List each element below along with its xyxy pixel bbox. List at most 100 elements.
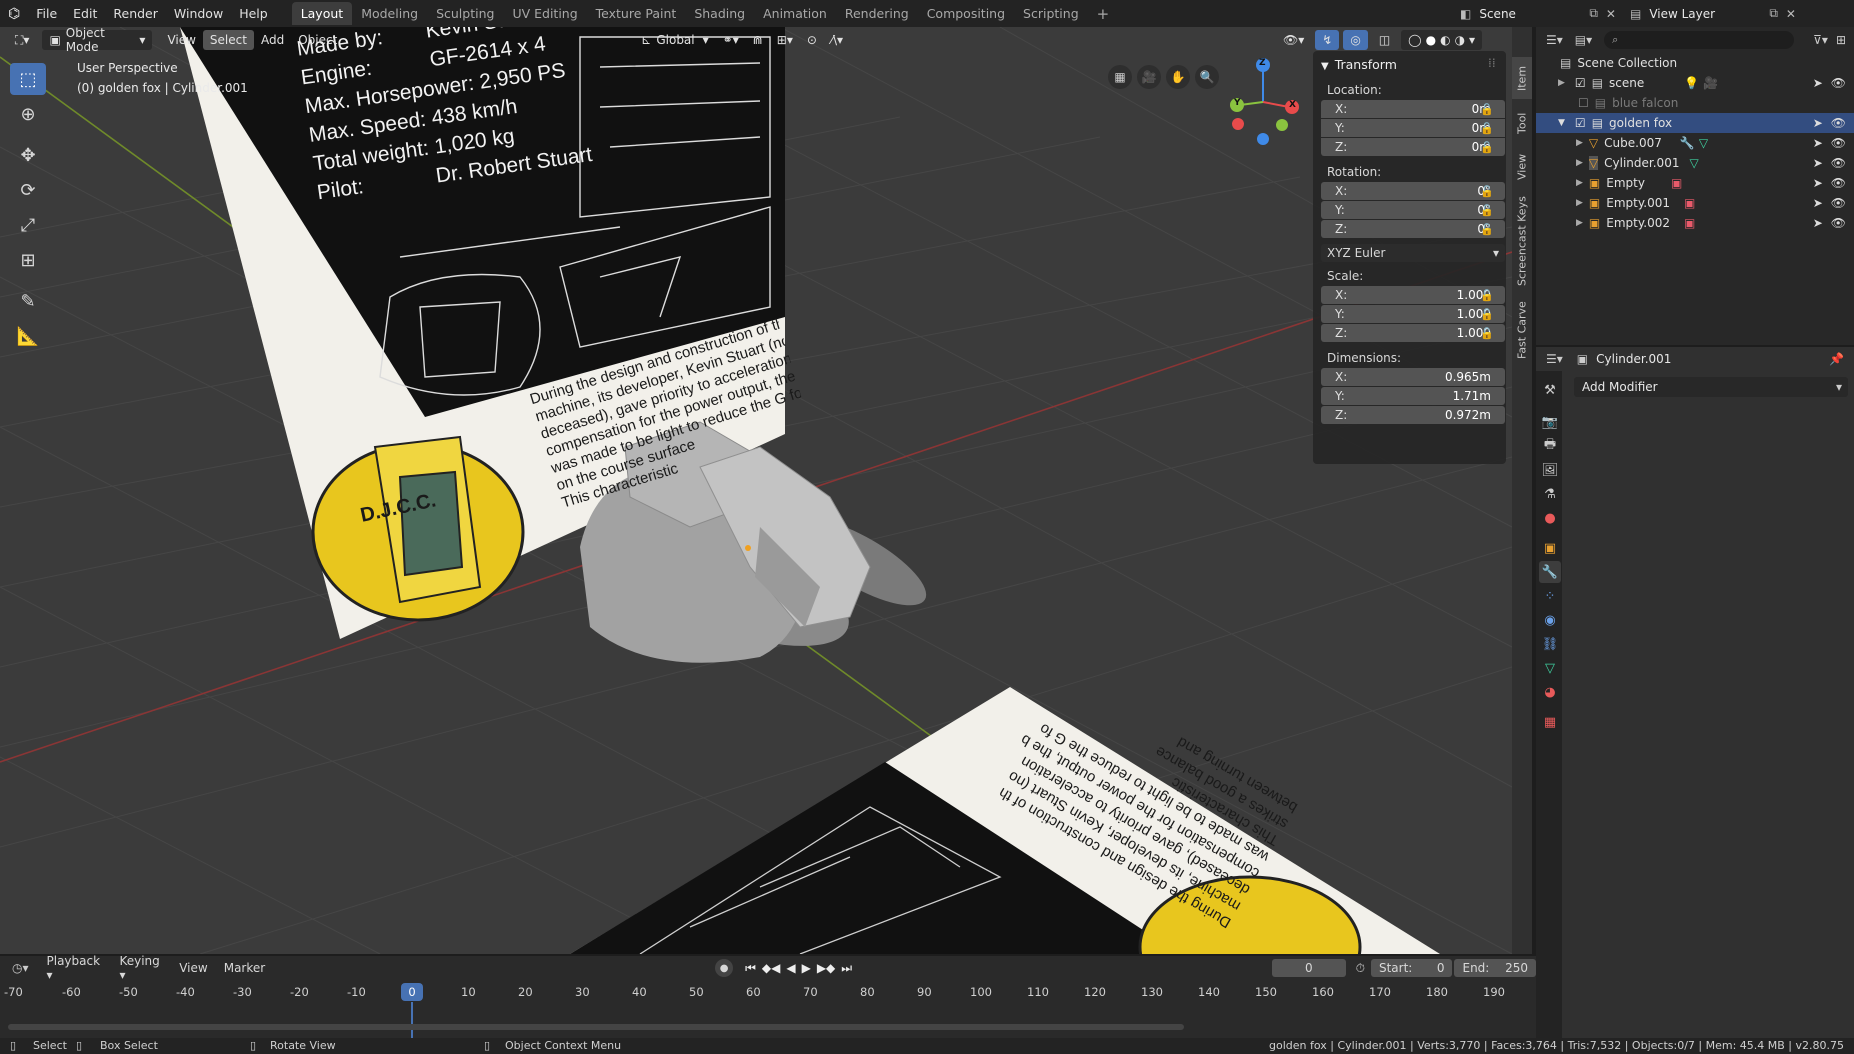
outliner-row-blue-falcon[interactable]: ☐ ▤ blue falcon	[1536, 93, 1854, 113]
scale-y-field[interactable]: Y: 1.000	[1321, 305, 1505, 323]
jump-end-icon[interactable]: ⏭	[841, 961, 852, 976]
tab-rendering[interactable]: Rendering	[836, 2, 918, 25]
display-mode-icon[interactable]: ▤▾	[1575, 33, 1592, 47]
scale-tool[interactable]: ⤢	[10, 209, 46, 241]
lock-icon[interactable]: 🔓	[1480, 289, 1494, 302]
location-x-field[interactable]: X: 0m	[1321, 100, 1505, 118]
pivot-point-button[interactable]: ⚭▾	[716, 30, 746, 50]
annotate-tool[interactable]: ✎	[10, 285, 46, 317]
rotation-x-field[interactable]: X: 0°	[1321, 182, 1505, 200]
select-arrow-icon[interactable]: ➤	[1813, 176, 1823, 190]
eye-icon[interactable]: 👁	[1831, 216, 1846, 230]
outliner-editor-icon[interactable]: ☰▾	[1546, 33, 1563, 47]
visibility-button[interactable]: 👁▾	[1276, 30, 1311, 50]
rotation-y-field[interactable]: Y: 0°	[1321, 201, 1505, 219]
eye-icon[interactable]: 👁	[1831, 176, 1846, 190]
outliner-row-cube[interactable]: ▶ ▽ Cube.007 🔧 ▽ ➤ 👁	[1536, 133, 1854, 153]
transform-panel-header[interactable]: ▼ Transform	[1321, 57, 1397, 72]
rotate-tool[interactable]: ⟳	[10, 174, 46, 206]
current-frame-field[interactable]: 0	[1272, 959, 1346, 977]
stopwatch-icon[interactable]: ⏱	[1356, 961, 1365, 976]
menu-object[interactable]: Object	[291, 30, 344, 50]
scene-name[interactable]: Scene	[1479, 7, 1589, 21]
new-collection-icon[interactable]: ⊞	[1836, 33, 1846, 47]
transform-tool[interactable]: ⊞	[10, 244, 46, 276]
world-properties-tab[interactable]: ●	[1539, 507, 1561, 529]
add-workspace-button[interactable]: +	[1088, 1, 1119, 27]
delete-scene-icon[interactable]: ✕	[1606, 7, 1616, 21]
select-arrow-icon[interactable]: ➤	[1813, 196, 1823, 210]
output-properties-tab[interactable]: 🖶	[1539, 435, 1561, 457]
dimensions-z-field[interactable]: Z: 0.972m	[1321, 406, 1505, 424]
menu-keying[interactable]: Keying ▾	[119, 954, 169, 982]
outliner-root[interactable]: ▤ Scene Collection	[1536, 53, 1854, 73]
drag-handle-icon[interactable]: ⁞⁞	[1488, 56, 1496, 70]
rotation-z-field[interactable]: Z: 0°	[1321, 220, 1505, 238]
view-layer-properties-tab[interactable]: 🖼	[1539, 459, 1561, 481]
start-frame-field[interactable]: Start: 0	[1370, 959, 1453, 977]
select-arrow-icon[interactable]: ➤	[1813, 216, 1823, 230]
lock-icon[interactable]: 🔓	[1480, 327, 1494, 340]
dimensions-x-field[interactable]: X: 0.965m	[1321, 368, 1505, 386]
expand-arrow-icon[interactable]: ▶	[1576, 138, 1583, 148]
tool-properties-tab[interactable]: ⚒	[1539, 379, 1561, 401]
lock-icon[interactable]: 🔓	[1480, 223, 1494, 236]
tab-screencast-keys[interactable]: Screencast Keys	[1512, 191, 1532, 291]
checkbox-icon[interactable]: ☑	[1575, 116, 1586, 130]
camera-view-button[interactable]: 🎥	[1137, 65, 1161, 89]
blender-logo-icon[interactable]: ⌬	[8, 6, 20, 22]
gizmo-toggle[interactable]: ↯	[1315, 30, 1340, 50]
frame-ruler[interactable]: -70 -60 -50 -40 -30 -20 -10 0 10 20 30 4…	[0, 982, 1536, 1002]
expand-arrow-icon[interactable]: ▶	[1576, 198, 1583, 208]
transform-orientation-dropdown[interactable]: ⊾ Global ▾	[634, 30, 715, 50]
eye-icon[interactable]: 👁	[1831, 136, 1846, 150]
tab-texture-paint[interactable]: Texture Paint	[587, 2, 686, 25]
tab-view[interactable]: View	[1512, 147, 1532, 187]
lock-icon[interactable]: 🔓	[1480, 141, 1494, 154]
mode-dropdown[interactable]: ▣ Object Mode ▾	[42, 27, 153, 54]
eye-icon[interactable]: 👁	[1831, 196, 1846, 210]
outliner-row-empty-001[interactable]: ▶ ▣ Empty.001 ▣ ➤ 👁	[1536, 193, 1854, 213]
timeline-editor-icon[interactable]: ◷▾	[12, 961, 29, 975]
delete-view-layer-icon[interactable]: ✕	[1786, 7, 1796, 21]
menu-marker[interactable]: Marker	[224, 961, 265, 975]
proportional-edit-toggle[interactable]: ⊙	[800, 30, 824, 50]
new-view-layer-icon[interactable]: ⧉	[1769, 6, 1778, 21]
lock-icon[interactable]: 🔓	[1480, 103, 1494, 116]
add-modifier-dropdown[interactable]: Add Modifier ▾	[1574, 377, 1848, 397]
zoom-view-button[interactable]: 🔍	[1195, 65, 1219, 89]
tab-modeling[interactable]: Modeling	[352, 2, 427, 25]
material-properties-tab[interactable]: ◕	[1539, 681, 1561, 703]
menu-playback[interactable]: Playback ▾	[47, 954, 110, 982]
particles-properties-tab[interactable]: ⁘	[1539, 585, 1561, 607]
overlay-toggle[interactable]: ◎	[1343, 30, 1368, 50]
menu-view[interactable]: View	[179, 961, 207, 975]
lock-icon[interactable]: 🔓	[1480, 122, 1494, 135]
select-box-tool[interactable]: ⬚	[10, 63, 46, 95]
navigation-gizmo[interactable]: Z X Y	[1225, 57, 1305, 147]
render-properties-tab[interactable]: 📷	[1539, 411, 1561, 433]
outliner-row-empty[interactable]: ▶ ▣ Empty ▣ ➤ 👁	[1536, 173, 1854, 193]
tab-sculpting[interactable]: Sculpting	[427, 2, 503, 25]
location-z-field[interactable]: Z: 0m	[1321, 138, 1505, 156]
prev-keyframe-icon[interactable]: ◆◀	[762, 961, 780, 976]
tab-layout[interactable]: Layout	[291, 2, 353, 25]
checkbox-icon[interactable]: ☐	[1578, 96, 1589, 110]
xray-toggle[interactable]: ◫	[1372, 30, 1397, 50]
cursor-tool[interactable]: ⊕	[10, 98, 46, 130]
menu-add[interactable]: Add	[254, 30, 291, 50]
end-frame-field[interactable]: End: 250	[1454, 959, 1537, 977]
menu-file[interactable]: File	[28, 6, 65, 21]
chevron-down-icon[interactable]: ▾	[1469, 33, 1475, 47]
eye-icon[interactable]: 👁	[1831, 156, 1846, 170]
outliner-row-golden-fox[interactable]: ▼ ☑ ▤ golden fox ➤ 👁	[1536, 113, 1854, 133]
menu-select[interactable]: Select	[202, 30, 254, 50]
solid-shading-icon[interactable]: ●	[1426, 33, 1436, 47]
lock-icon[interactable]: 🔓	[1480, 185, 1494, 198]
lock-icon[interactable]: 🔓	[1480, 308, 1494, 321]
expand-arrow-icon[interactable]: ▶	[1558, 78, 1565, 88]
expand-arrow-icon[interactable]: ▶	[1576, 218, 1583, 228]
select-arrow-icon[interactable]: ➤	[1813, 136, 1823, 150]
toggle-camera-view-button[interactable]: ▦	[1108, 65, 1132, 89]
jump-start-icon[interactable]: ⏮	[745, 961, 756, 976]
